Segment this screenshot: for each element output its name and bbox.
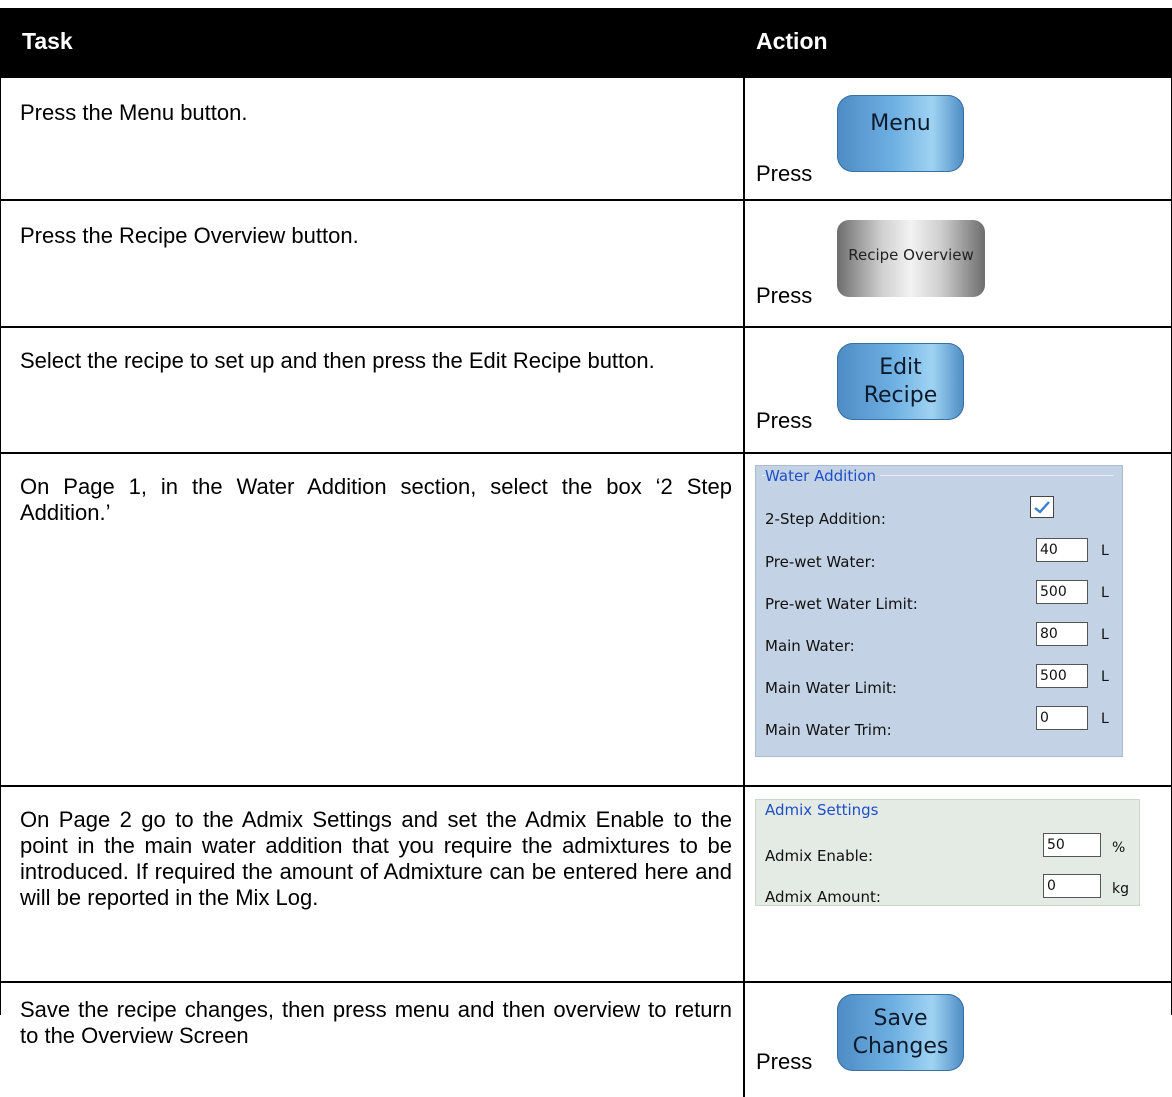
unit-label: L <box>1101 543 1109 559</box>
task-text: Press the Recipe Overview button. <box>20 223 359 248</box>
admix-settings-panel: Admix Settings Admix Enable: 50 % Admix … <box>755 799 1140 906</box>
unit-label: L <box>1101 627 1109 643</box>
main-water-limit-input[interactable]: 500 <box>1036 664 1088 688</box>
table-row: Press the Recipe Overview button. Press … <box>0 201 1172 328</box>
task-text: Select the recipe to set up and then pre… <box>20 348 655 373</box>
water-addition-panel: Water Addition 2-Step Addition: Pre-wet … <box>755 465 1123 757</box>
table-left-border <box>0 78 1 1015</box>
press-label: Press <box>756 408 813 433</box>
water-addition-title: Water Addition <box>765 467 881 485</box>
save-changes-button-line2: Changes <box>852 1033 949 1059</box>
recipe-overview-button[interactable]: Recipe Overview <box>837 220 985 297</box>
table-row: On Page 1, in the Water Addition section… <box>0 454 1172 787</box>
main-water-trim-label: Main Water Trim: <box>765 721 892 739</box>
pre-wet-water-input[interactable]: 40 <box>1036 538 1088 562</box>
admix-amount-input[interactable]: 0 <box>1043 874 1101 898</box>
unit-label: L <box>1101 711 1109 727</box>
edit-recipe-button-line1: Edit <box>879 354 922 380</box>
task-text: On Page 1, in the Water Addition section… <box>20 474 732 525</box>
admix-enable-input[interactable]: 50 <box>1043 833 1101 857</box>
two-step-label: 2-Step Addition: <box>765 510 886 528</box>
table-row: Save the recipe changes, then press menu… <box>0 983 1172 1097</box>
two-step-checkbox[interactable] <box>1030 496 1054 518</box>
main-water-trim-input[interactable]: 0 <box>1036 706 1088 730</box>
table-row: Select the recipe to set up and then pre… <box>0 328 1172 454</box>
edit-recipe-button[interactable]: Edit Recipe <box>837 343 964 420</box>
save-changes-button-line1: Save <box>873 1005 928 1031</box>
save-changes-button[interactable]: Save Changes <box>837 994 964 1071</box>
header-action: Action <box>756 28 828 54</box>
pre-wet-water-label: Pre-wet Water: <box>765 553 876 571</box>
press-label: Press <box>756 161 813 186</box>
main-water-input[interactable]: 80 <box>1036 622 1088 646</box>
pre-wet-water-limit-label: Pre-wet Water Limit: <box>765 595 918 613</box>
recipe-overview-button-label: Recipe Overview <box>848 245 974 264</box>
menu-button-label: Menu <box>870 111 931 136</box>
main-water-label: Main Water: <box>765 637 855 655</box>
unit-label: % <box>1112 840 1126 856</box>
menu-button[interactable]: Menu <box>837 95 964 172</box>
pre-wet-water-limit-input[interactable]: 500 <box>1036 580 1088 604</box>
checkmark-icon <box>1034 501 1050 514</box>
table-row: Press the Menu button. Press Menu <box>0 78 1172 201</box>
column-divider <box>743 78 745 1097</box>
admix-settings-title: Admix Settings <box>765 801 879 819</box>
press-label: Press <box>756 1049 813 1074</box>
edit-recipe-button-line2: Recipe <box>863 382 938 408</box>
table-row: On Page 2 go to the Admix Settings and s… <box>0 787 1172 983</box>
task-text: Save the recipe changes, then press menu… <box>20 997 732 1048</box>
unit-label: L <box>1101 669 1109 685</box>
admix-enable-label: Admix Enable: <box>765 847 874 865</box>
unit-label: kg <box>1112 881 1129 897</box>
task-text: Press the Menu button. <box>20 100 248 125</box>
table-header: Task Action <box>0 8 1172 78</box>
admix-amount-label: Admix Amount: <box>765 888 881 906</box>
main-water-limit-label: Main Water Limit: <box>765 679 897 697</box>
press-label: Press <box>756 283 813 308</box>
unit-label: L <box>1101 585 1109 601</box>
task-text: On Page 2 go to the Admix Settings and s… <box>20 807 732 910</box>
header-task: Task <box>22 28 73 54</box>
